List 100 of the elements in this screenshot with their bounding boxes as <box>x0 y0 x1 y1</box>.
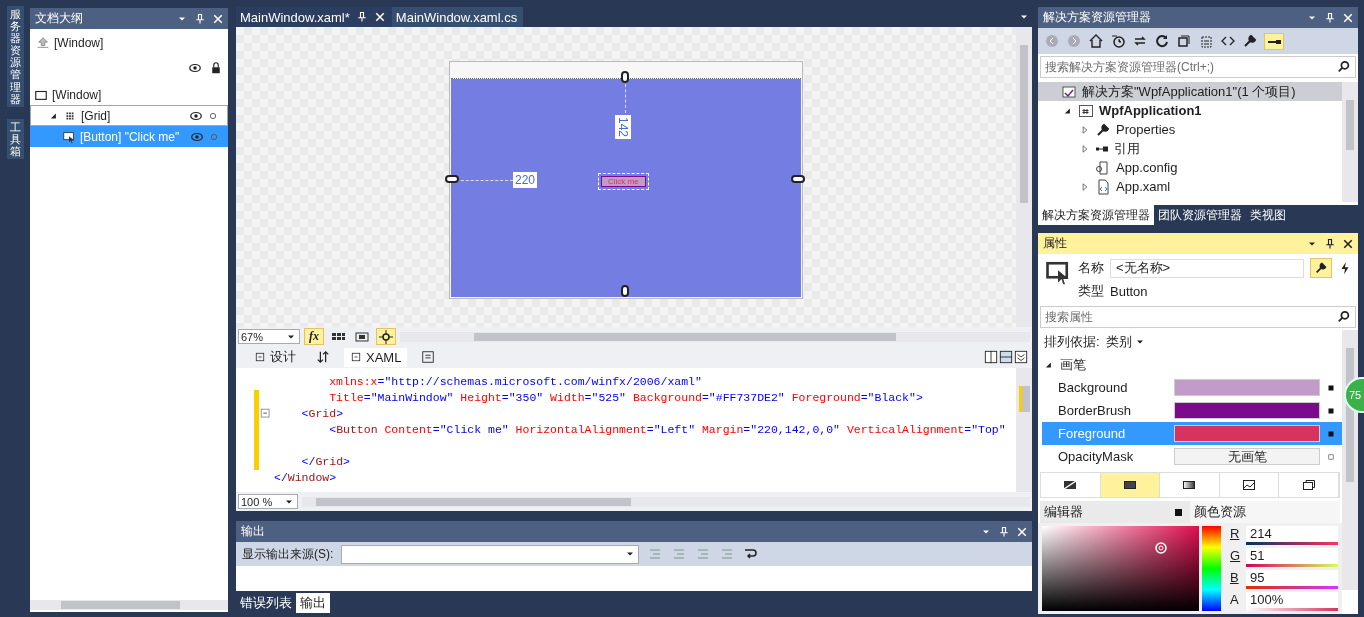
property-name: OpacityMask <box>1057 449 1135 464</box>
panel-title: 解决方案资源管理器 <box>1043 9 1152 26</box>
item-label: App.config <box>1116 160 1178 175</box>
pointer-icon <box>62 129 76 144</box>
view-tab[interactable]: XAML <box>344 347 408 367</box>
pin-icon[interactable] <box>355 11 368 23</box>
document-icon[interactable] <box>421 350 436 364</box>
history-icon[interactable] <box>1110 33 1126 49</box>
bottom-tab[interactable]: 输出 <box>296 593 330 613</box>
close-icon[interactable] <box>373 11 386 23</box>
bottom-tab[interactable]: 错误列表 <box>236 593 296 613</box>
close-icon[interactable] <box>212 12 224 25</box>
color-swatch[interactable] <box>1174 425 1320 442</box>
name-field[interactable]: <无名称> <box>1110 258 1304 278</box>
collapsed-arrow-icon[interactable] <box>1080 124 1090 135</box>
sort-label: 排列依据: <box>1044 333 1100 351</box>
solution-icon <box>1061 83 1077 100</box>
horizontal-scrollbar[interactable] <box>302 496 1030 507</box>
horizontal-scrollbar[interactable] <box>30 600 228 610</box>
property-row[interactable]: BorderBrush <box>1042 399 1342 422</box>
show-all-files-icon[interactable] <box>1198 33 1214 49</box>
collapsed-arrow-icon[interactable] <box>1080 143 1090 154</box>
zoom-dropdown[interactable]: 67% <box>238 329 300 344</box>
view-tab[interactable]: 设计 <box>248 346 302 368</box>
channel-field[interactable]: 51 <box>1246 548 1338 564</box>
solution-tree-item[interactable]: Properties <box>1038 120 1342 139</box>
sort-dropdown[interactable]: 类别 <box>1105 333 1146 351</box>
code-line: <Button Content="Click me" HorizontalAlignment="Left" Margin="220,142,0,0" VerticalAlignment="Top" <box>328 423 1006 436</box>
document-tab[interactable]: MainWindow.xaml.cs <box>391 7 524 27</box>
code-line: xmlns:x="http://schemas.microsoft.com/winfx/2006/xaml" <box>328 375 702 388</box>
outline-label: [Grid] <box>81 108 111 123</box>
lock-icon[interactable] <box>210 60 222 75</box>
vertical-scrollbar[interactable] <box>1016 368 1032 492</box>
anchor-icon[interactable] <box>621 285 629 297</box>
horizontal-scrollbar[interactable] <box>400 331 1030 342</box>
property-name: Background <box>1057 380 1129 395</box>
close-icon[interactable] <box>1016 525 1028 538</box>
home-icon[interactable] <box>1088 33 1104 49</box>
channel-field[interactable]: 95 <box>1246 570 1338 586</box>
side-tab[interactable]: 工具箱 <box>6 118 24 160</box>
vertical-scrollbar[interactable] <box>1342 82 1358 202</box>
search-field[interactable]: 搜索属性 <box>1040 306 1356 328</box>
side-tab[interactable]: 服务器资源管理器 <box>6 6 24 107</box>
design-icon <box>254 351 266 363</box>
document-tab[interactable]: MainWindow.xaml* <box>236 7 392 27</box>
anchor-icon[interactable] <box>621 71 629 83</box>
crosshair-icon[interactable] <box>378 328 394 345</box>
split-vertical-icon[interactable] <box>984 350 998 364</box>
editor-tab[interactable]: 编辑器 <box>1040 501 1190 523</box>
zoom-dropdown[interactable]: 100 % <box>238 494 298 509</box>
code-editor[interactable] <box>236 368 1032 492</box>
editor-tab[interactable]: 颜色资源 <box>1190 501 1340 523</box>
search-field[interactable]: 搜索解决方案资源管理器(Ctrl+;) <box>1040 56 1356 78</box>
brush-value[interactable]: 无画笔 <box>1174 448 1320 465</box>
collapse-pane-icon[interactable] <box>1014 350 1028 364</box>
anchor-icon[interactable] <box>445 175 459 183</box>
up-arrow-icon[interactable] <box>36 35 50 50</box>
panel-tab[interactable]: 解决方案资源管理器 <box>1038 205 1154 225</box>
code-line: <Grid> <box>300 407 344 420</box>
scope-label[interactable]: [Window] <box>54 35 104 50</box>
property-row[interactable]: OpacityMask 无画笔 <box>1042 445 1342 468</box>
code-line: </Grid> <box>300 455 350 468</box>
swap-icon[interactable] <box>316 350 330 364</box>
solution-tree-item[interactable]: App.xaml <box>1038 177 1342 196</box>
collapsed-arrow-icon[interactable] <box>1080 181 1090 192</box>
output-source-label: 显示输出来源(S): <box>242 545 334 563</box>
property-row[interactable]: Background <box>1042 376 1342 399</box>
left-margin-label: 220 <box>513 172 538 188</box>
category-label[interactable]: 画笔 <box>1060 356 1086 374</box>
wrench-icon[interactable] <box>1242 33 1258 49</box>
brush-type-tab[interactable] <box>1100 473 1161 497</box>
close-icon[interactable] <box>1342 237 1354 250</box>
color-swatch[interactable] <box>1174 379 1320 396</box>
solution-tree-item[interactable]: App.config <box>1038 158 1342 177</box>
color-swatch[interactable] <box>1174 402 1320 419</box>
formula-button[interactable]: fx <box>304 328 324 345</box>
wrench-icon[interactable] <box>1314 261 1328 275</box>
solution-tree-item[interactable]: WpfApplication1 <box>1038 101 1342 120</box>
outline-item[interactable]: [Grid] <box>30 105 228 126</box>
solution-tree-item[interactable]: 引用 <box>1038 139 1342 158</box>
picker-marker-icon[interactable] <box>1155 542 1167 554</box>
split-horizontal-icon[interactable] <box>999 350 1013 364</box>
outline-item[interactable]: [Window] <box>30 84 228 105</box>
close-icon[interactable] <box>1342 11 1354 24</box>
panel-title: 文档大纲 <box>35 10 84 27</box>
panel-tab[interactable]: 团队资源管理器 <box>1154 205 1246 225</box>
outline-label: [Window] <box>52 87 102 102</box>
color-picker[interactable] <box>1042 526 1199 611</box>
config-file-icon <box>1095 159 1111 176</box>
panel-tab[interactable]: 类视图 <box>1246 205 1290 225</box>
vertical-scrollbar[interactable] <box>1016 27 1032 327</box>
channel-field[interactable]: 100% <box>1246 592 1338 608</box>
anchor-icon[interactable] <box>791 175 805 183</box>
expanded-arrow-icon[interactable] <box>1044 360 1054 370</box>
collapse-all-icon[interactable] <box>1176 33 1192 49</box>
channel-field[interactable]: 214 <box>1246 526 1338 542</box>
solution-tree-item[interactable]: 解决方案"WpfApplication1"(1 个项目) <box>1038 82 1342 101</box>
refresh-icon[interactable] <box>1154 33 1170 49</box>
pin-icon[interactable] <box>1324 237 1336 250</box>
panel-title: 输出 <box>241 523 266 540</box>
